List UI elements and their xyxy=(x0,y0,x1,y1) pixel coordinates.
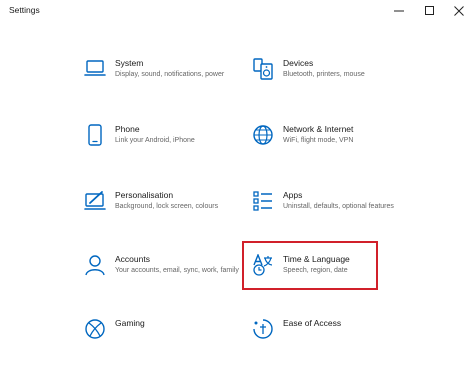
tile-phone[interactable]: Phone Link your Android, iPhone xyxy=(84,124,274,180)
laptop-icon xyxy=(84,58,106,80)
devices-icon xyxy=(252,58,274,80)
tile-description: Link your Android, iPhone xyxy=(115,137,195,144)
tile-apps[interactable]: Apps Uninstall, defaults, optional featu… xyxy=(252,190,442,246)
tile-gaming[interactable]: Gaming xyxy=(84,318,274,374)
window-title: Settings xyxy=(9,5,40,15)
tile-description: Bluetooth, printers, mouse xyxy=(283,71,365,78)
minimize-icon xyxy=(394,10,404,12)
maximize-button[interactable] xyxy=(415,0,445,22)
tile-name: System xyxy=(115,58,144,68)
xbox-icon xyxy=(84,318,106,340)
tile-description: Your accounts, email, sync, work, family xyxy=(115,267,239,274)
tile-name: Personalisation xyxy=(115,190,174,200)
tile-name: Gaming xyxy=(115,318,145,328)
tile-description: Uninstall, defaults, optional features xyxy=(283,203,394,210)
close-icon xyxy=(454,6,464,16)
maximize-icon xyxy=(425,6,434,15)
paint-icon xyxy=(84,190,106,212)
tile-name: Ease of Access xyxy=(283,318,342,328)
tile-name: Network & Internet xyxy=(283,124,354,134)
phone-icon xyxy=(84,124,106,146)
tile-network-internet[interactable]: Network & Internet WiFi, flight mode, VP… xyxy=(252,124,442,180)
close-button[interactable] xyxy=(444,0,474,22)
tile-description: WiFi, flight mode, VPN xyxy=(283,137,354,144)
tile-description: Display, sound, notifications, power xyxy=(115,71,225,78)
tile-name: Apps xyxy=(283,190,303,200)
apps-icon xyxy=(252,190,274,212)
tile-system[interactable]: System Display, sound, notifications, po… xyxy=(84,58,274,114)
tile-name: Devices xyxy=(283,58,314,68)
globe-icon xyxy=(252,124,274,146)
ease-of-access-icon xyxy=(252,318,274,340)
tile-personalisation[interactable]: Personalisation Background, lock screen,… xyxy=(84,190,274,246)
tile-devices[interactable]: Devices Bluetooth, printers, mouse xyxy=(252,58,442,114)
person-icon xyxy=(84,254,106,276)
tile-ease-of-access[interactable]: Ease of Access xyxy=(252,318,442,374)
tile-description: Background, lock screen, colours xyxy=(115,203,219,210)
tile-name: Phone xyxy=(115,124,140,134)
minimize-button[interactable] xyxy=(384,0,414,22)
selection-highlight xyxy=(242,241,378,290)
title-bar: Settings xyxy=(0,0,474,22)
tile-name: Accounts xyxy=(115,254,150,264)
